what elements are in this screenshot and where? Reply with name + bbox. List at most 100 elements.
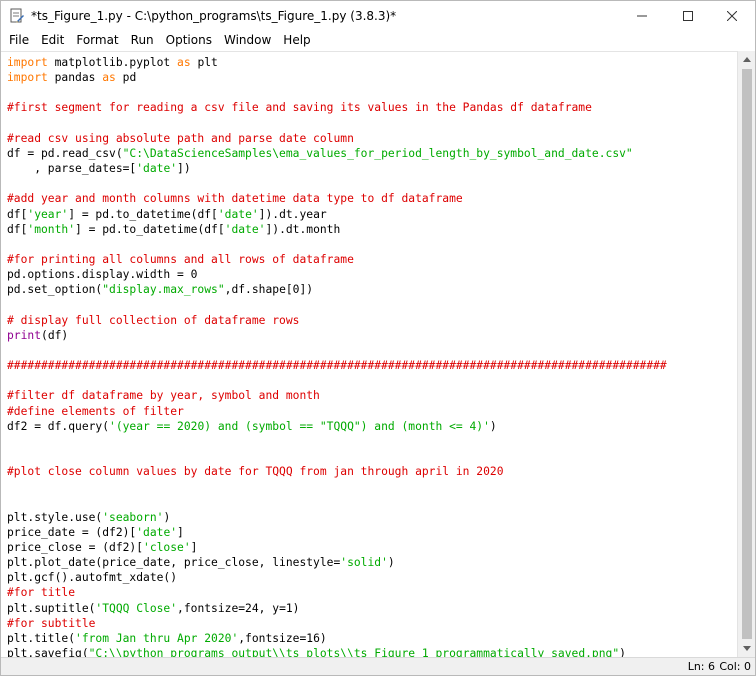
menu-format[interactable]: Format bbox=[70, 33, 124, 47]
code-line[interactable]: #for title bbox=[7, 585, 667, 600]
code-line[interactable]: ########################################… bbox=[7, 358, 667, 373]
code-line[interactable]: plt.style.use('seaborn') bbox=[7, 510, 667, 525]
code-token: plt.title( bbox=[7, 631, 76, 645]
code-token: 'date' bbox=[136, 525, 178, 539]
scroll-up-button[interactable] bbox=[738, 51, 755, 68]
code-token: import bbox=[7, 71, 48, 85]
minimize-icon bbox=[637, 15, 647, 17]
code-line[interactable]: #first segment for reading a csv file an… bbox=[7, 100, 667, 115]
maximize-icon bbox=[683, 11, 693, 21]
menu-bar: File Edit Format Run Options Window Help bbox=[1, 31, 755, 49]
code-line[interactable]: # display full collection of dataframe r… bbox=[7, 313, 667, 328]
code-token: 'seaborn' bbox=[102, 510, 164, 524]
line-number-status: Ln: 6 bbox=[687, 660, 715, 673]
code-line[interactable]: import matplotlib.pyplot as plt bbox=[7, 55, 667, 70]
code-line[interactable]: pd.options.display.width = 0 bbox=[7, 267, 667, 282]
code-line[interactable]: #define elements of filter bbox=[7, 404, 667, 419]
title-bar[interactable]: *ts_Figure_1.py - C:\python_programs\ts_… bbox=[1, 1, 755, 31]
scroll-down-button[interactable] bbox=[738, 640, 755, 657]
code-token: 'solid' bbox=[340, 556, 388, 570]
code-token: ] bbox=[190, 541, 198, 554]
scroll-up-icon bbox=[743, 57, 751, 62]
code-line[interactable]: plt.suptitle('TQQQ Close',fontsize=24, y… bbox=[7, 601, 667, 616]
code-line[interactable] bbox=[7, 434, 667, 449]
column-number-status: Col: 0 bbox=[719, 660, 751, 673]
code-editor[interactable]: import matplotlib.pyplot as plt import pa… bbox=[1, 51, 737, 658]
code-token: pd bbox=[115, 71, 137, 85]
code-token: 'date' bbox=[224, 222, 266, 236]
code-token: pandas bbox=[47, 71, 103, 85]
code-token: ,fontsize=24, y=1) bbox=[177, 601, 300, 615]
code-line[interactable]: import pandas as pd bbox=[7, 70, 667, 85]
code-line[interactable]: df['month'] = pd.to_datetime(df['date'])… bbox=[7, 222, 667, 237]
code-line[interactable]: #for subtitle bbox=[7, 616, 667, 631]
code-line[interactable]: df = pd.read_csv("C:\DataScienceSamples\… bbox=[7, 146, 667, 161]
menu-options[interactable]: Options bbox=[160, 33, 218, 47]
code-token: #for title bbox=[7, 586, 76, 600]
code-line[interactable]: #plot close column values by date for TQ… bbox=[7, 464, 667, 479]
minimize-button[interactable] bbox=[619, 1, 665, 31]
code-token: 'year' bbox=[27, 207, 69, 221]
menu-edit[interactable]: Edit bbox=[35, 33, 70, 47]
code-token: df = pd.read_csv( bbox=[7, 146, 123, 160]
code-line[interactable] bbox=[7, 495, 667, 510]
code-line[interactable] bbox=[7, 449, 667, 464]
code-token: #add year and month columns with datetim… bbox=[7, 192, 463, 206]
code-token: ]) bbox=[177, 162, 191, 176]
code-token: #define elements of filter bbox=[7, 404, 184, 418]
code-token: as bbox=[177, 56, 191, 69]
code-token: print bbox=[7, 328, 42, 342]
code-token: "C:\DataScienceSamples\ema_values_for_pe… bbox=[122, 146, 633, 160]
code-token: pd.options.display.width = 0 bbox=[7, 268, 198, 282]
menu-run[interactable]: Run bbox=[125, 33, 160, 47]
code-line[interactable] bbox=[7, 373, 667, 388]
code-token: plt.style.use( bbox=[7, 510, 103, 524]
code-token: plt.gcf().autofmt_xdate() bbox=[7, 571, 178, 585]
code-token: # display full collection of dataframe r… bbox=[7, 313, 300, 327]
code-line[interactable]: , parse_dates=['date']) bbox=[7, 161, 667, 176]
code-token: ,fontsize=16) bbox=[238, 631, 327, 645]
code-line[interactable]: print(df) bbox=[7, 328, 667, 343]
code-line[interactable] bbox=[7, 116, 667, 131]
code-line[interactable] bbox=[7, 479, 667, 494]
code-token: ]).dt.month bbox=[265, 222, 341, 236]
code-line[interactable]: plt.plot_date(price_date, price_close, l… bbox=[7, 555, 667, 570]
code-line[interactable]: #filter df dataframe by year, symbol and… bbox=[7, 388, 667, 403]
close-icon bbox=[727, 11, 737, 21]
code-line[interactable]: price_close = (df2)['close'] bbox=[7, 540, 667, 555]
code-line[interactable] bbox=[7, 237, 667, 252]
code-token: 'date' bbox=[136, 162, 178, 176]
code-line[interactable]: plt.gcf().autofmt_xdate() bbox=[7, 570, 667, 585]
code-token: ,df.shape[0]) bbox=[224, 283, 314, 297]
code-token: plt bbox=[190, 56, 218, 69]
menu-window[interactable]: Window bbox=[218, 33, 277, 47]
code-line[interactable] bbox=[7, 85, 667, 100]
code-line[interactable]: #add year and month columns with datetim… bbox=[7, 191, 667, 206]
code-token: df[ bbox=[7, 207, 28, 221]
code-line[interactable]: df['year'] = pd.to_datetime(df['date']).… bbox=[7, 207, 667, 222]
code-line[interactable] bbox=[7, 298, 667, 313]
maximize-button[interactable] bbox=[665, 1, 711, 31]
code-token: plt.suptitle( bbox=[7, 601, 96, 615]
code-token: 'from Jan thru Apr 2020' bbox=[75, 631, 239, 645]
close-button[interactable] bbox=[709, 1, 755, 31]
code-token: ] = pd.to_datetime(df[ bbox=[68, 207, 218, 221]
code-token: ] = pd.to_datetime(df[ bbox=[75, 222, 225, 236]
code-token: price_close = (df2)[ bbox=[7, 541, 144, 554]
code-line[interactable] bbox=[7, 343, 667, 358]
menu-file[interactable]: File bbox=[1, 33, 35, 47]
code-line[interactable]: #for printing all columns and all rows o… bbox=[7, 252, 667, 267]
code-line[interactable]: #read csv using absolute path and parse … bbox=[7, 131, 667, 146]
code-line[interactable] bbox=[7, 176, 667, 191]
code-text[interactable]: import matplotlib.pyplot as plt import pa… bbox=[7, 55, 667, 658]
scrollbar-thumb[interactable] bbox=[742, 69, 752, 639]
code-line[interactable]: price_date = (df2)['date'] bbox=[7, 525, 667, 540]
code-token: price_date = (df2)[ bbox=[7, 525, 137, 539]
vertical-scrollbar[interactable] bbox=[737, 51, 755, 657]
code-line[interactable]: pd.set_option("display.max_rows",df.shap… bbox=[7, 282, 667, 297]
code-line[interactable]: df2 = df.query('(year == 2020) and (symb… bbox=[7, 419, 667, 434]
status-bar: Ln: 6 Col: 0 bbox=[1, 657, 755, 675]
code-line[interactable]: plt.title('from Jan thru Apr 2020',fonts… bbox=[7, 631, 667, 646]
code-token: matplotlib.pyplot bbox=[47, 56, 178, 69]
menu-help[interactable]: Help bbox=[277, 33, 316, 47]
